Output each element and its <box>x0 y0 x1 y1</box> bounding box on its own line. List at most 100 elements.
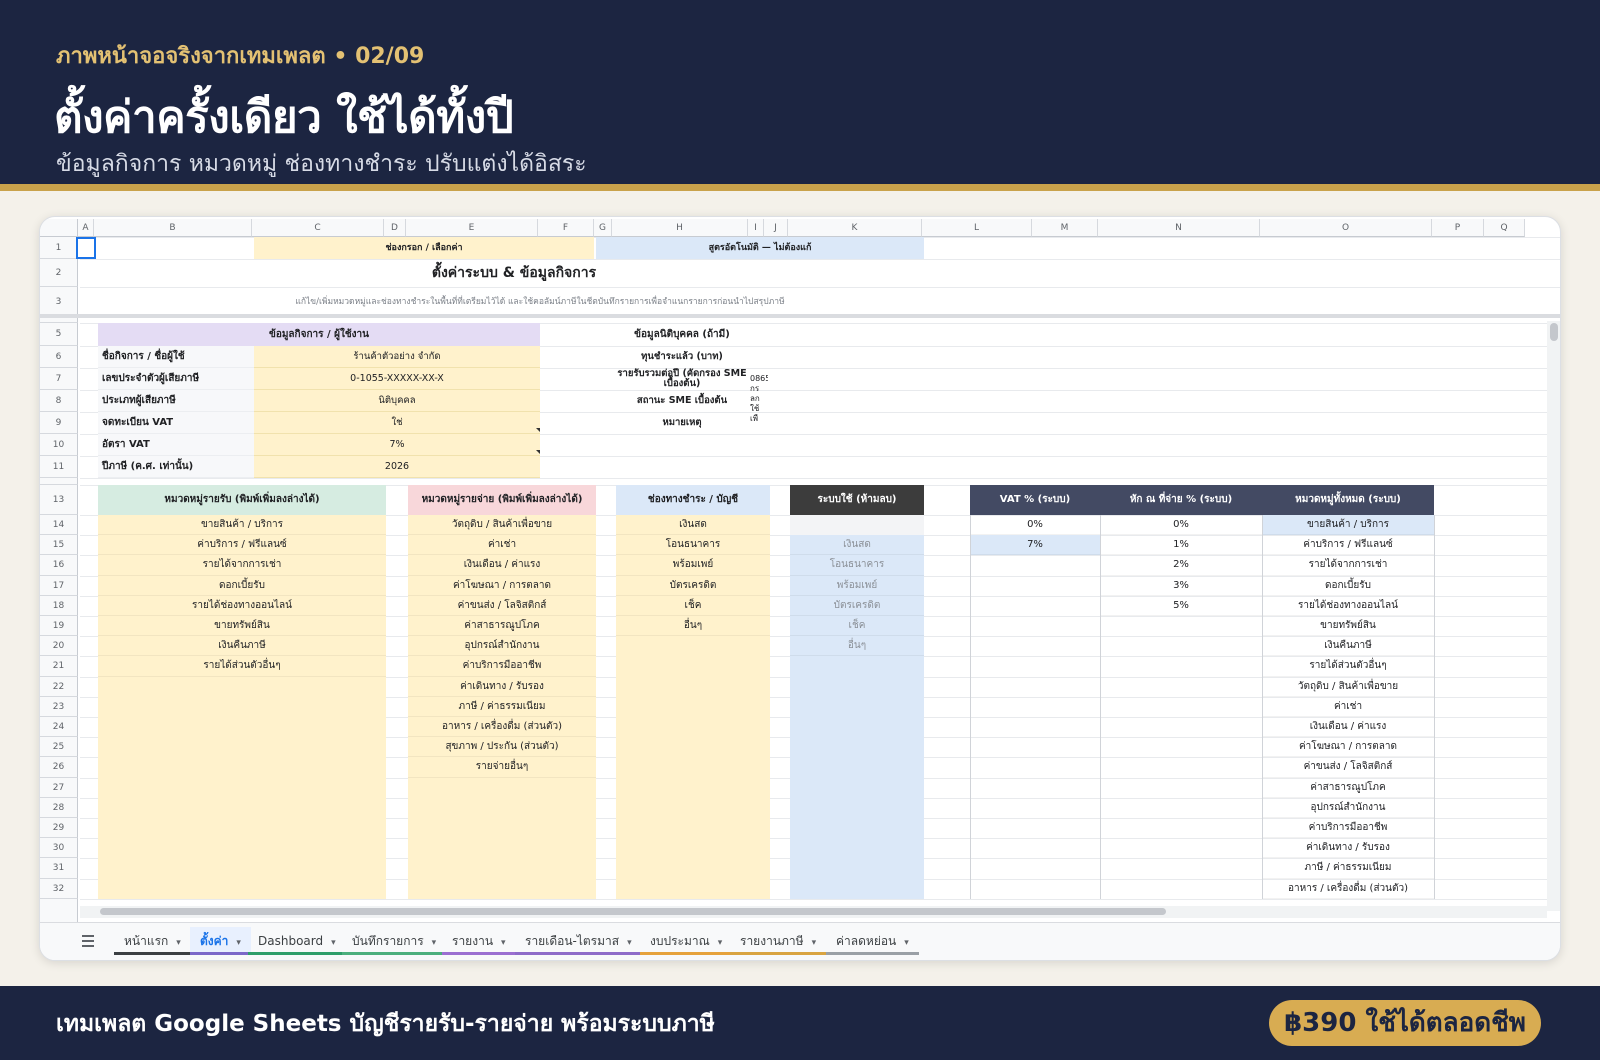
wht-item-3[interactable]: 3% <box>1100 576 1262 596</box>
horizontal-scroll-thumb[interactable] <box>100 908 1166 915</box>
business-label-1[interactable]: เลขประจำตัวผู้เสียภาษี <box>98 368 254 390</box>
wht-item-2[interactable]: 2% <box>1100 555 1262 576</box>
row-header-17[interactable]: 17 <box>40 575 78 596</box>
column-header-f[interactable]: F <box>538 219 594 237</box>
all_categories-item-14[interactable]: อุปกรณ์สำนักงาน <box>1262 798 1434 818</box>
column-header-o[interactable]: O <box>1260 219 1432 237</box>
business-value-4[interactable]: 7% <box>254 434 540 456</box>
all_categories-item-2[interactable]: รายได้จากการเช่า <box>1262 555 1434 576</box>
legend-formula-cells[interactable]: สูตรอัตโนมัติ — ไม่ต้องแก้ <box>596 237 924 259</box>
business-value-5[interactable]: 2026 <box>254 456 540 478</box>
tab-6[interactable]: งบประมาณ ▾ <box>640 927 733 955</box>
tab-2[interactable]: Dashboard ▾ <box>248 927 346 955</box>
income-item-6[interactable]: เงินคืนภาษี <box>98 636 386 657</box>
all_categories-item-10[interactable]: เงินเดือน / ค่าแรง <box>1262 717 1434 738</box>
business-header[interactable]: ข้อมูลกิจการ / ผู้ใช้งาน <box>98 323 540 346</box>
row-header-9[interactable]: 9 <box>40 412 78 434</box>
tab-1[interactable]: ตั้งค่า ▾ <box>190 927 251 955</box>
income-item-3[interactable]: ดอกเบี้ยรับ <box>98 576 386 596</box>
row-header-2[interactable]: 2 <box>40 259 78 287</box>
all_categories-item-15[interactable]: ค่าบริการมืออาชีพ <box>1262 818 1434 839</box>
juristic-label-0[interactable]: ทุนชำระแล้ว (บาท) <box>614 346 750 368</box>
chevron-down-icon[interactable]: ▾ <box>176 938 181 948</box>
legend-input-cells[interactable]: ช่องกรอก / เลือกค่า <box>254 237 594 259</box>
row-header-3[interactable]: 3 <box>40 287 78 317</box>
row-header-11[interactable]: 11 <box>40 456 78 478</box>
column-header-c[interactable]: C <box>252 219 384 237</box>
income-item-7[interactable]: รายได้ส่วนตัวอื่นๆ <box>98 656 386 677</box>
system-item-2[interactable]: โอนธนาคาร <box>790 555 924 576</box>
chevron-down-icon[interactable]: ▾ <box>904 938 909 948</box>
all_categories-item-17[interactable]: ภาษี / ค่าธรรมเนียม <box>1262 858 1434 879</box>
business-value-0[interactable]: ร้านค้าตัวอย่าง จำกัด <box>254 346 540 368</box>
row-header-8[interactable]: 8 <box>40 390 78 412</box>
row-header-24[interactable]: 24 <box>40 717 78 738</box>
tab-5[interactable]: รายเดือน-ไตรมาส ▾ <box>515 927 642 955</box>
all-sheets-menu-icon[interactable] <box>80 931 96 951</box>
column-header-p[interactable]: P <box>1432 219 1484 237</box>
page-title[interactable]: ตั้งค่าระบบ & ข้อมูลกิจการ <box>254 259 774 287</box>
row-header-13[interactable]: 13 <box>40 485 78 515</box>
tab-3[interactable]: บันทึกรายการ ▾ <box>342 927 447 955</box>
row-header-19[interactable]: 19 <box>40 616 78 637</box>
chevron-down-icon[interactable]: ▾ <box>236 938 241 948</box>
column-header-k[interactable]: K <box>788 219 922 237</box>
row-header-22[interactable]: 22 <box>40 676 78 697</box>
business-label-0[interactable]: ชื่อกิจการ / ชื่อผู้ใช้ <box>98 346 254 368</box>
page-note[interactable]: แก้ไข/เพิ่มหมวดหมู่และช่องทางชำระในพื้นท… <box>190 287 890 317</box>
expense-item-11[interactable]: สุขภาพ / ประกัน (ส่วนตัว) <box>408 737 596 758</box>
business-label-4[interactable]: อัตรา VAT <box>98 434 254 456</box>
row-header-31[interactable]: 31 <box>40 858 78 879</box>
column-header-q[interactable]: Q <box>1484 219 1525 237</box>
all_categories-item-13[interactable]: ค่าสาธารณูปโภค <box>1262 778 1434 798</box>
column-header-h[interactable]: H <box>612 219 748 237</box>
business-value-2[interactable]: นิติบุคคล <box>254 390 540 412</box>
all_categories-header[interactable]: หมวดหมู่ทั้งหมด (ระบบ) <box>1262 485 1434 515</box>
row-header-15[interactable]: 15 <box>40 535 78 556</box>
row-header-1[interactable]: 1 <box>40 237 78 259</box>
select-all-corner[interactable] <box>40 219 78 237</box>
expense-item-9[interactable]: ภาษี / ค่าธรรมเนียม <box>408 697 596 717</box>
all_categories-item-9[interactable]: ค่าเช่า <box>1262 697 1434 717</box>
row-header-14[interactable]: 14 <box>40 515 78 536</box>
null[interactable] <box>790 515 924 536</box>
expense-item-5[interactable]: ค่าสาธารณูปโภค <box>408 616 596 637</box>
payment-item-2[interactable]: พร้อมเพย์ <box>616 555 770 576</box>
all_categories-item-5[interactable]: ขายทรัพย์สิน <box>1262 616 1434 637</box>
all_categories-item-11[interactable]: ค่าโฆษณา / การตลาด <box>1262 737 1434 758</box>
all_categories-item-7[interactable]: รายได้ส่วนตัวอื่นๆ <box>1262 656 1434 677</box>
price-badge[interactable]: ฿390 ใช้ได้ตลอดชีพ <box>1269 1000 1541 1046</box>
income-item-0[interactable]: ขายสินค้า / บริการ <box>98 515 386 536</box>
expense-item-12[interactable]: รายจ่ายอื่นๆ <box>408 757 596 778</box>
row-header-32[interactable]: 32 <box>40 878 78 899</box>
payment-header[interactable]: ช่องทางชำระ / บัญชี <box>616 485 770 515</box>
system-item-6[interactable]: อื่นๆ <box>790 636 924 657</box>
row-header-29[interactable]: 29 <box>40 818 78 839</box>
expense-header[interactable]: หมวดหมู่รายจ่าย (พิมพ์เพิ่มลงล่างได้) <box>408 485 596 515</box>
business-label-3[interactable]: จดทะเบียน VAT <box>98 412 254 434</box>
income-item-4[interactable]: รายได้ช่องทางออนไลน์ <box>98 596 386 616</box>
all_categories-item-3[interactable]: ดอกเบี้ยรับ <box>1262 576 1434 596</box>
juristic-header[interactable]: ข้อมูลนิติบุคคล (ถ้ามี) <box>614 323 750 346</box>
all_categories-item-0[interactable]: ขายสินค้า / บริการ <box>1262 515 1434 536</box>
tab-4[interactable]: รายงาน ▾ <box>442 927 516 955</box>
expense-item-3[interactable]: ค่าโฆษณา / การตลาด <box>408 576 596 596</box>
expense-item-7[interactable]: ค่าบริการมืออาชีพ <box>408 656 596 677</box>
chevron-down-icon[interactable]: ▾ <box>627 938 632 948</box>
business-label-2[interactable]: ประเภทผู้เสียภาษี <box>98 390 254 412</box>
payment-item-4[interactable]: เช็ค <box>616 596 770 616</box>
column-header-a[interactable]: A <box>78 219 94 237</box>
row-header-20[interactable]: 20 <box>40 636 78 657</box>
column-header-d[interactable]: D <box>384 219 406 237</box>
column-header-l[interactable]: L <box>922 219 1032 237</box>
chevron-down-icon[interactable]: ▾ <box>331 938 336 948</box>
wht-header[interactable]: หัก ณ ที่จ่าย % (ระบบ) <box>1100 485 1262 515</box>
vertical-scrollbar[interactable] <box>1547 321 1560 911</box>
payment-item-5[interactable]: อื่นๆ <box>616 616 770 637</box>
row-header-28[interactable]: 28 <box>40 797 78 818</box>
chevron-down-icon[interactable]: ▾ <box>812 938 817 948</box>
sheet-grid[interactable]: A B C D E F G H I J K L M N O P Q 1 2 3 5 6 7 8 9 10 11 13 14 15 16 17 1… <box>40 217 1560 922</box>
payment-item-3[interactable]: บัตรเครดิต <box>616 576 770 596</box>
row-header-5[interactable]: 5 <box>40 323 78 346</box>
business-label-5[interactable]: ปีภาษี (ค.ศ. เท่านั้น) <box>98 456 254 478</box>
